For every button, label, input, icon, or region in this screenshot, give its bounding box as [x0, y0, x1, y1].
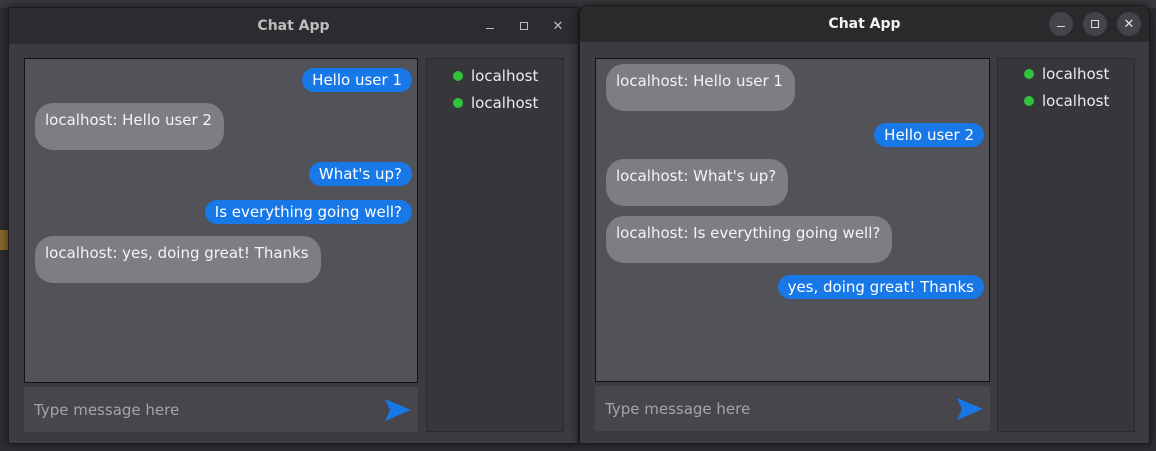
message-list[interactable]: localhost: Hello user 1 Hello user 2 loc…: [595, 58, 990, 382]
message-list[interactable]: Hello user 1 localhost: Hello user 2 Wha…: [24, 58, 418, 383]
message-bubble: Is everything going well?: [204, 200, 412, 224]
message-bubble: localhost: What's up?: [606, 159, 789, 206]
window-title: Chat App: [257, 18, 330, 34]
message-incoming: localhost: What's up?: [606, 159, 789, 206]
message-bubble: Hello user 1: [302, 68, 412, 92]
window-controls: ✕: [478, 8, 570, 44]
minimize-icon: [1057, 25, 1065, 27]
message-bubble: localhost: yes, doing great! Thanks: [35, 236, 321, 283]
message-outgoing: Hello user 2: [874, 123, 984, 147]
minimize-button[interactable]: [478, 14, 502, 38]
chat-window-right[interactable]: Chat App ✕ localhost: Hello user 1 Hello…: [579, 5, 1150, 444]
users-panel: localhost localhost: [997, 58, 1135, 432]
title-bar[interactable]: Chat App ✕: [9, 8, 578, 44]
message-input-bar: [595, 386, 990, 431]
message-incoming: localhost: Hello user 2: [35, 103, 224, 150]
user-name: localhost: [1042, 92, 1110, 110]
close-icon: ✕: [552, 18, 564, 34]
message-bubble: Hello user 2: [874, 123, 984, 147]
minimize-button[interactable]: [1049, 12, 1073, 36]
message-input-bar: [24, 387, 418, 432]
message-input[interactable]: [24, 387, 378, 432]
send-arrow-icon: [957, 397, 983, 420]
title-bar[interactable]: Chat App ✕: [580, 6, 1149, 42]
online-status-icon: [1024, 96, 1034, 106]
online-status-icon: [453, 71, 463, 81]
desktop: Chat App ✕ Hello user 1 localhost: Hello…: [0, 0, 1156, 451]
message-bubble: localhost: Is everything going well?: [606, 216, 893, 263]
message-outgoing: What's up?: [308, 162, 412, 186]
message-bubble: yes, doing great! Thanks: [777, 275, 984, 299]
window-controls: ✕: [1049, 6, 1141, 42]
user-list-item[interactable]: localhost: [1024, 65, 1109, 83]
message-incoming: localhost: Is everything going well?: [606, 216, 893, 263]
maximize-icon: [1091, 20, 1099, 28]
maximize-icon: [520, 22, 528, 30]
message-bubble: localhost: Hello user 1: [606, 64, 795, 111]
user-name: localhost: [471, 94, 539, 112]
user-name: localhost: [1042, 65, 1110, 83]
minimize-icon: [486, 27, 494, 29]
user-name: localhost: [471, 67, 539, 85]
message-incoming: localhost: yes, doing great! Thanks: [35, 236, 321, 283]
message-bubble: localhost: Hello user 2: [35, 103, 224, 150]
close-button[interactable]: ✕: [1117, 12, 1141, 36]
message-outgoing: yes, doing great! Thanks: [777, 275, 984, 299]
maximize-button[interactable]: [1083, 12, 1107, 36]
message-incoming: localhost: Hello user 1: [606, 64, 795, 111]
message-outgoing: Hello user 1: [302, 68, 412, 92]
online-status-icon: [1024, 69, 1034, 79]
message-outgoing: Is everything going well?: [204, 200, 412, 224]
message-input[interactable]: [595, 386, 950, 431]
user-list-item[interactable]: localhost: [1024, 92, 1109, 110]
send-button[interactable]: [950, 386, 990, 431]
user-list-item[interactable]: localhost: [453, 94, 538, 112]
close-button[interactable]: ✕: [546, 14, 570, 38]
chat-window-left[interactable]: Chat App ✕ Hello user 1 localhost: Hello…: [8, 7, 579, 444]
online-status-icon: [453, 98, 463, 108]
desktop-background-accent: [0, 230, 8, 250]
window-title: Chat App: [828, 16, 901, 32]
message-bubble: What's up?: [308, 162, 412, 186]
close-icon: ✕: [1123, 16, 1135, 32]
users-panel: localhost localhost: [426, 58, 564, 432]
maximize-button[interactable]: [512, 14, 536, 38]
send-arrow-icon: [385, 398, 411, 421]
send-button[interactable]: [378, 387, 418, 432]
user-list-item[interactable]: localhost: [453, 67, 538, 85]
